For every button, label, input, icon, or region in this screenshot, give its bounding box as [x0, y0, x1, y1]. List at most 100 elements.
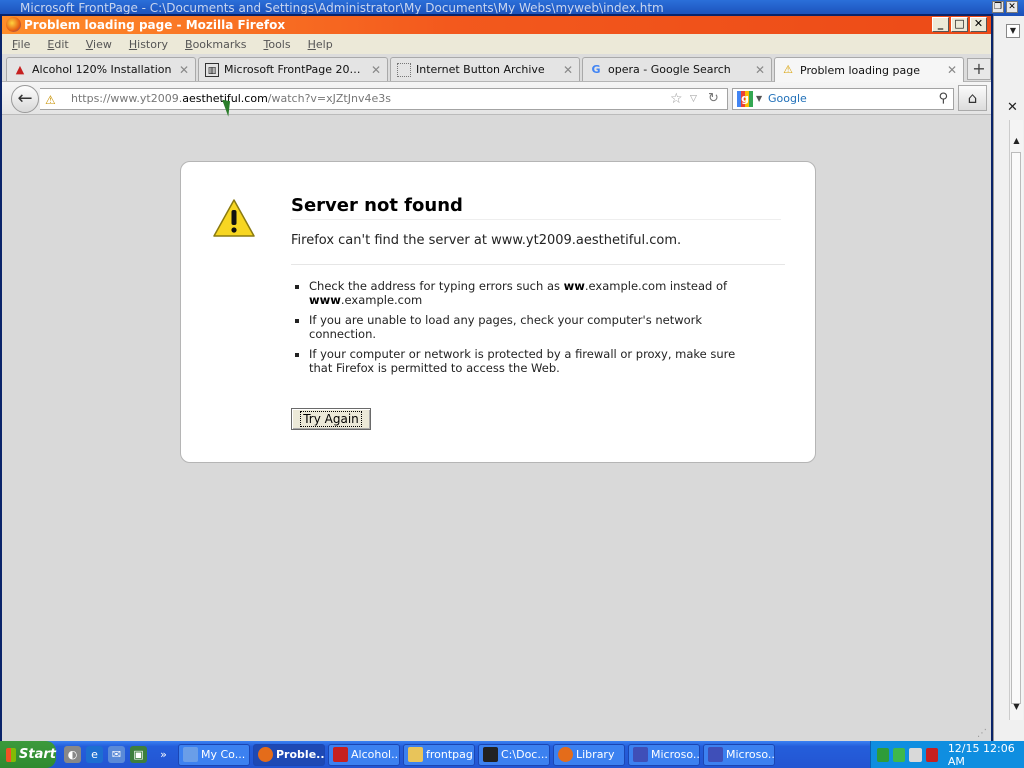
bg-close-icon[interactable]: ✕ — [1006, 1, 1018, 13]
menu-view[interactable]: View — [86, 38, 112, 51]
side-close-icon[interactable]: ✕ — [1007, 100, 1018, 115]
menu-edit[interactable]: Edit — [47, 38, 68, 51]
identity-warning-icon[interactable]: ⚠ — [45, 90, 56, 110]
search-engine-icon[interactable]: g — [737, 91, 753, 107]
url-suffix: /watch?v=xJZtJnv4e3s — [267, 92, 391, 105]
menu-file[interactable]: File — [12, 38, 30, 51]
search-icon[interactable]: ⚲ — [938, 89, 948, 109]
windows-logo-icon — [6, 747, 17, 762]
url-prefix: https://www.yt2009. — [71, 92, 183, 105]
tab-close-icon[interactable]: ✕ — [947, 63, 957, 77]
tab-google-search[interactable]: G opera - Google Search ✕ — [582, 57, 772, 81]
new-tab-button[interactable]: + — [967, 58, 991, 80]
outlook-icon[interactable]: ✉ — [108, 746, 125, 763]
tab-label: opera - Google Search — [608, 63, 731, 76]
list-item: If you are unable to load any pages, che… — [309, 313, 761, 341]
warning-icon: ⚠ — [783, 63, 793, 76]
taskbar-item-firefox[interactable]: Proble... — [253, 743, 325, 766]
internet-explorer-icon[interactable]: e — [86, 746, 103, 763]
menu-history[interactable]: History — [129, 38, 168, 51]
taskbar-item-frontpage-folder[interactable]: frontpag — [403, 743, 475, 766]
menu-tools[interactable]: Tools — [263, 38, 290, 51]
alcohol-tray-icon[interactable] — [925, 747, 938, 762]
tab-close-icon[interactable]: ✕ — [563, 63, 573, 77]
firefox-icon — [258, 747, 273, 762]
tab-close-icon[interactable]: ✕ — [755, 63, 765, 77]
try-again-label: Try Again — [300, 411, 362, 427]
back-button[interactable]: ← — [11, 85, 39, 113]
side-dropdown-icon[interactable]: ▼ — [1006, 24, 1020, 38]
tab-close-icon[interactable]: ✕ — [179, 63, 189, 77]
taskbar-item-label: Library — [576, 748, 615, 761]
frontpage-icon — [633, 747, 648, 762]
alcohol-icon — [333, 747, 348, 762]
background-window-controls: ❐ ✕ — [992, 1, 1018, 13]
navigation-bar: ← ⚠ https://www.yt2009.aesthetiful.com/w… — [2, 82, 991, 115]
taskbar-item-7zip[interactable]: C:\Doc... — [478, 743, 550, 766]
scroll-thumb[interactable] — [1011, 152, 1021, 704]
history-dropdown-icon[interactable]: ▽ — [690, 89, 697, 109]
menu-bookmarks[interactable]: Bookmarks — [185, 38, 246, 51]
taskbar-item-label: C:\Doc... — [501, 748, 548, 761]
tab-frontpage[interactable]: ▥ Microsoft FrontPage 2002 : ... ✕ — [198, 57, 388, 81]
suggestion-list: Check the address for typing errors such… — [291, 279, 761, 381]
alcohol-icon: ▲ — [15, 62, 25, 76]
menu-help[interactable]: Help — [308, 38, 333, 51]
maximize-button[interactable]: □ — [951, 17, 968, 32]
scroll-down-icon[interactable]: ▼ — [1010, 700, 1023, 714]
search-bar[interactable]: g ▼ Google ⚲ — [732, 88, 954, 110]
side-scrollbar[interactable]: ▲ ▼ — [1009, 120, 1023, 720]
suggestion-text: .example.com instead of — [584, 279, 728, 293]
suggestion-emphasis: www — [309, 293, 341, 307]
bookmark-star-icon[interactable]: ☆ — [670, 89, 683, 109]
start-button[interactable]: Start — [0, 741, 56, 768]
suggestion-text: Check the address for typing errors such… — [309, 279, 564, 293]
taskbar-item-microsoft-1[interactable]: Microso... — [628, 743, 700, 766]
tab-button-archive[interactable]: Internet Button Archive ✕ — [390, 57, 580, 81]
search-engine-dropdown-icon[interactable]: ▼ — [756, 89, 762, 109]
try-again-button[interactable]: Try Again — [291, 408, 371, 430]
close-button[interactable]: ✕ — [970, 17, 987, 32]
folder-icon — [408, 747, 423, 762]
page-icon — [397, 62, 411, 77]
taskbar-item-microsoft-2[interactable]: Microso... — [703, 743, 775, 766]
media-icon[interactable]: ▣ — [130, 746, 147, 763]
taskbar: Start ◐ e ✉ ▣ » My Co... Proble... Alcoh… — [0, 741, 1024, 768]
tab-label: Alcohol 120% Installation — [32, 63, 172, 76]
url-bar[interactable]: ⚠ https://www.yt2009.aesthetiful.com/wat… — [40, 88, 728, 110]
volume-icon[interactable] — [909, 747, 922, 762]
show-desktop-icon[interactable]: ◐ — [64, 746, 81, 763]
minimize-button[interactable]: _ — [932, 17, 949, 32]
menu-bar: File Edit View History Bookmarks Tools H… — [2, 34, 991, 54]
scroll-up-icon[interactable]: ▲ — [1010, 134, 1023, 148]
firefox-window: Problem loading page - Mozilla Firefox _… — [0, 14, 993, 741]
tab-close-icon[interactable]: ✕ — [371, 63, 381, 77]
tab-alcohol[interactable]: ▲ Alcohol 120% Installation ✕ — [6, 57, 196, 81]
reload-icon[interactable]: ↻ — [708, 89, 719, 109]
warning-icon — [213, 199, 255, 237]
tab-label: Problem loading page — [800, 63, 920, 77]
taskbar-item-alcohol[interactable]: Alcohol... — [328, 743, 400, 766]
my-computer-icon — [183, 747, 198, 762]
resize-grip-icon[interactable]: ⋰ — [977, 728, 987, 739]
list-item: Check the address for typing errors such… — [309, 279, 761, 307]
taskbar-item-label: Proble... — [276, 748, 325, 761]
firefox-titlebar[interactable]: Problem loading page - Mozilla Firefox _… — [2, 16, 991, 34]
quick-launch-chevron-icon[interactable]: » — [155, 746, 172, 763]
taskbar-item-label: My Co... — [201, 748, 246, 761]
bg-restore-icon[interactable]: ❐ — [992, 1, 1004, 13]
list-item: If your computer or network is protected… — [309, 347, 761, 375]
taskbar-item-label: Microso... — [651, 748, 700, 761]
frontpage-icon: ▥ — [205, 62, 219, 77]
page-content: Server not found Firefox can't find the … — [2, 115, 991, 741]
network-icon[interactable] — [877, 747, 890, 762]
taskbar-item-my-computer[interactable]: My Co... — [178, 743, 250, 766]
tab-problem-loading[interactable]: ⚠ Problem loading page ✕ — [774, 57, 964, 82]
home-button[interactable]: ⌂ — [958, 85, 987, 111]
tab-label: Microsoft FrontPage 2002 : ... — [224, 63, 367, 76]
clock[interactable]: 12/15 12:06 AM — [948, 742, 1024, 768]
taskbar-items: My Co... Proble... Alcohol... frontpag C… — [178, 743, 775, 766]
taskbar-item-library[interactable]: Library — [553, 743, 625, 766]
frontpage-icon — [708, 747, 723, 762]
shield-icon[interactable] — [893, 747, 906, 762]
